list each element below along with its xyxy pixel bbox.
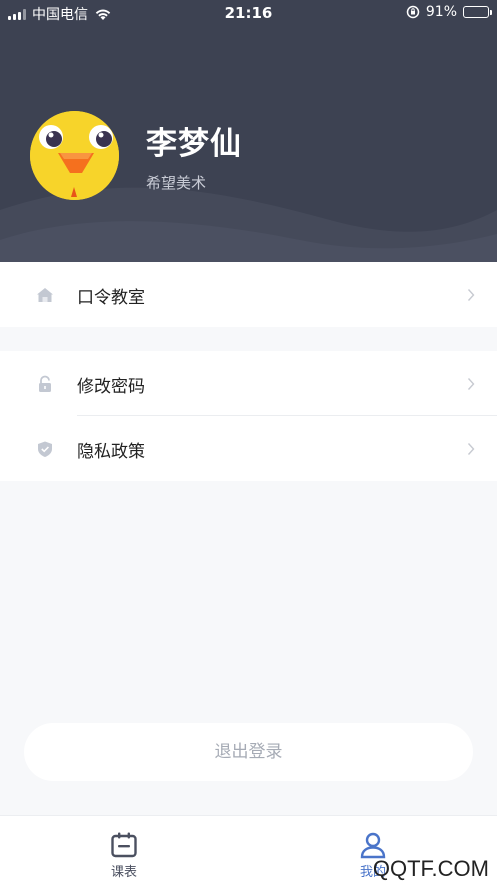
battery-percent: 91% (425, 4, 457, 20)
orientation-lock-icon (406, 5, 420, 19)
chevron-right-icon (467, 443, 475, 455)
menu-item-label: 修改密码 (77, 377, 145, 397)
menu-item-label: 口令教室 (77, 288, 145, 308)
home-icon (37, 288, 53, 302)
chevron-right-icon (467, 289, 475, 301)
duck-avatar-icon (30, 111, 119, 200)
status-bar: 中国电信 21:16 91% (0, 0, 497, 26)
tab-schedule[interactable]: 课表 (74, 816, 174, 883)
menu-group-classroom: 口令教室 (0, 262, 497, 327)
avatar[interactable] (30, 111, 119, 200)
logout-button[interactable]: 退出登录 (24, 723, 473, 781)
chevron-right-icon (467, 378, 475, 390)
menu-item-change-password[interactable]: 修改密码 (0, 351, 497, 416)
menu-group-account: 修改密码 隐私政策 (0, 351, 497, 481)
battery-icon (463, 6, 492, 18)
lock-icon (39, 375, 51, 392)
calendar-icon (111, 832, 137, 858)
menu-item-password-classroom[interactable]: 口令教室 (0, 262, 497, 327)
profile-header: 中国电信 21:16 91% 李梦仙 希望美术 (0, 0, 497, 262)
menu-item-label: 隐私政策 (77, 442, 145, 462)
tab-label: 课表 (110, 865, 137, 880)
shield-icon (38, 441, 52, 457)
menu-item-privacy-policy[interactable]: 隐私政策 (0, 416, 497, 481)
watermark: QQTF.COM (372, 856, 489, 881)
user-name: 李梦仙 (146, 126, 242, 162)
user-icon (360, 832, 386, 859)
user-organization: 希望美术 (146, 174, 207, 192)
